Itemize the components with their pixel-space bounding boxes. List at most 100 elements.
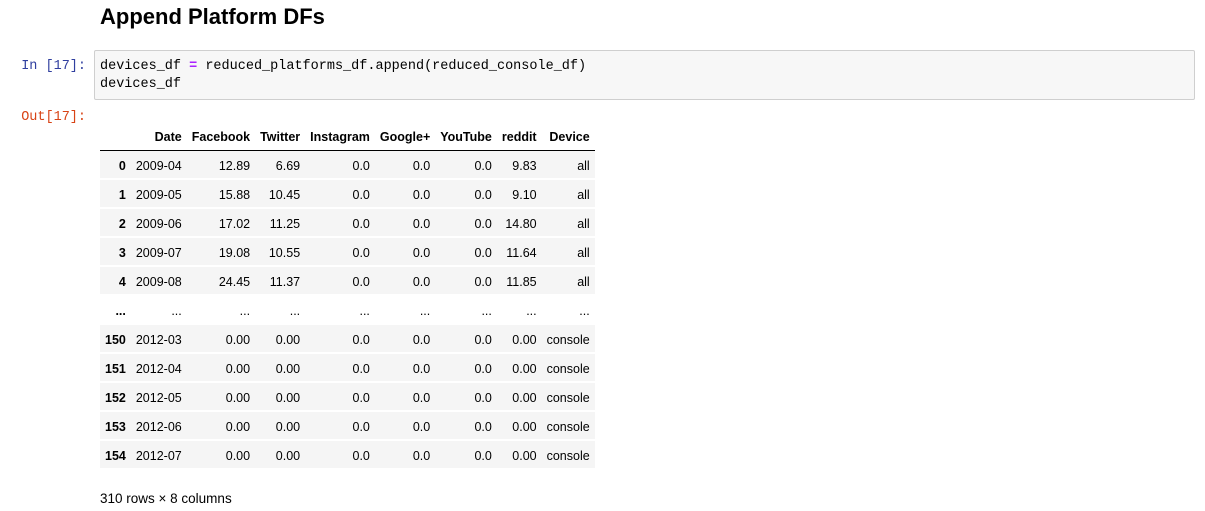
dataframe-shape: 310 rows × 8 columns	[100, 491, 232, 506]
column-header: Twitter	[255, 124, 306, 151]
table-cell: 0.0	[474, 448, 492, 463]
table-cell: 0.0	[412, 419, 431, 434]
row-index: 150	[105, 332, 126, 347]
table-cell: 2009-07	[135, 245, 182, 260]
table-cell: 0.0	[474, 245, 492, 260]
row-index: 154	[105, 448, 126, 463]
table-row: 151 2012-04 0.00 0.00 0.0 0.0 0.0 0.00 console	[100, 354, 595, 383]
table-cell: 0.0	[412, 216, 431, 231]
table-cell: all	[577, 274, 590, 289]
table-row: 3 2009-07 19.08 10.55 0.0 0.0 0.0 11.64 all	[100, 238, 595, 267]
table-cell: 0.0	[474, 158, 492, 173]
table-cell: 0.0	[352, 332, 370, 347]
table-cell: 11.25	[269, 216, 301, 231]
table-cell: 24.45	[218, 274, 251, 289]
table-cell: 0.0	[412, 332, 431, 347]
table-cell: 0.00	[225, 332, 251, 347]
table-cell: 0.0	[412, 274, 431, 289]
row-index: 153	[105, 419, 126, 434]
column-header: Instagram	[305, 124, 375, 151]
table-cell: 2012-07	[135, 448, 182, 463]
table-cell: console	[546, 419, 590, 434]
table-cell: 12.89	[218, 158, 251, 173]
table-cell: 0.0	[352, 361, 370, 376]
table-cell: 2012-05	[135, 390, 182, 405]
table-cell: console	[546, 332, 590, 347]
table-cell: 0.0	[474, 216, 492, 231]
table-cell: all	[577, 216, 590, 231]
table-cell: 0.00	[512, 390, 537, 405]
table-cell: 0.00	[275, 390, 301, 405]
section-heading: Append Platform DFs	[100, 4, 325, 29]
table-cell: 0.0	[352, 390, 370, 405]
table-cell: 0.00	[275, 332, 301, 347]
table-cell: 11.85	[506, 274, 537, 289]
column-header: Google+	[374, 124, 436, 151]
table-cell: 0.00	[512, 448, 537, 463]
column-header: Device	[541, 124, 595, 151]
table-cell: 19.08	[218, 245, 251, 260]
table-cell: 0.0	[474, 419, 492, 434]
code-text: devices_df	[100, 77, 182, 92]
column-header: reddit	[496, 124, 542, 151]
code-text: reduced_platforms_df.append(reduced_cons…	[197, 59, 587, 74]
table-row: ...........................	[100, 296, 595, 325]
table-cell: 2012-06	[135, 419, 182, 434]
table-cell: 2012-04	[135, 361, 182, 376]
table-cell: 0.00	[512, 361, 537, 376]
table-row: 154 2012-07 0.00 0.00 0.0 0.0 0.0 0.00 console	[100, 441, 595, 470]
table-row: 1 2009-05 15.88 10.45 0.0 0.0 0.0 9.10 all	[100, 180, 595, 209]
input-prompt: In [17]:	[21, 59, 86, 74]
output-prompt: Out[17]:	[21, 110, 86, 125]
table-cell: 0.00	[225, 448, 251, 463]
table-cell: console	[546, 390, 590, 405]
dataframe-table: Date Facebook Twitter Instagram Google+ YouTu…	[100, 124, 595, 470]
row-index: 4	[118, 274, 126, 289]
table-cell: 0.0	[412, 245, 431, 260]
table-cell: 0.0	[412, 158, 431, 173]
row-index: 3	[118, 245, 126, 260]
table-cell: 0.0	[352, 216, 370, 231]
table-header-row: Date Facebook Twitter Instagram Google+ YouTu…	[100, 124, 595, 151]
table-cell: 6.69	[275, 158, 301, 173]
table-cell: 0.0	[352, 419, 370, 434]
row-index: 151	[105, 361, 126, 376]
table-cell: 9.10	[512, 187, 537, 202]
table-cell: 0.0	[352, 187, 370, 202]
table-cell: 0.00	[275, 361, 301, 376]
code-cell-editor[interactable]: devices_df = reduced_platforms_df.append…	[94, 50, 1195, 100]
table-cell: 14.80	[505, 216, 537, 231]
table-cell: 0.0	[474, 390, 492, 405]
table-cell: all	[577, 187, 590, 202]
table-cell: 0.0	[412, 187, 431, 202]
table-cell: all	[577, 158, 590, 173]
table-cell: 0.00	[275, 448, 301, 463]
table-cell: 0.00	[512, 332, 537, 347]
table-cell: 0.00	[225, 361, 251, 376]
row-index: ...	[115, 303, 126, 318]
table-cell: 10.45	[268, 187, 301, 202]
table-cell: console	[546, 361, 590, 376]
table-cell: 2012-03	[135, 332, 182, 347]
column-header: Facebook	[186, 124, 256, 151]
table-cell: ...	[171, 303, 182, 318]
table-cell: 0.0	[412, 448, 431, 463]
table-cell: 2009-05	[135, 187, 182, 202]
table-cell: ...	[526, 303, 537, 318]
table-cell: 0.0	[474, 187, 492, 202]
table-row: 152 2012-05 0.00 0.00 0.0 0.0 0.0 0.00 console	[100, 383, 595, 412]
table-cell: 0.00	[512, 419, 537, 434]
table-cell: 2009-08	[135, 274, 182, 289]
row-index: 2	[118, 216, 126, 231]
table-cell: all	[577, 245, 590, 260]
table-cell: ...	[359, 303, 370, 318]
table-cell: 0.0	[474, 274, 492, 289]
table-cell: 2009-04	[135, 158, 182, 173]
table-cell: 11.37	[269, 274, 301, 289]
table-row: 150 2012-03 0.00 0.00 0.0 0.0 0.0 0.00 console	[100, 325, 595, 354]
column-header	[100, 124, 131, 151]
table-cell: 17.02	[218, 216, 251, 231]
table-cell: console	[546, 448, 590, 463]
table-cell: ...	[289, 303, 301, 318]
table-cell: 0.00	[225, 419, 251, 434]
